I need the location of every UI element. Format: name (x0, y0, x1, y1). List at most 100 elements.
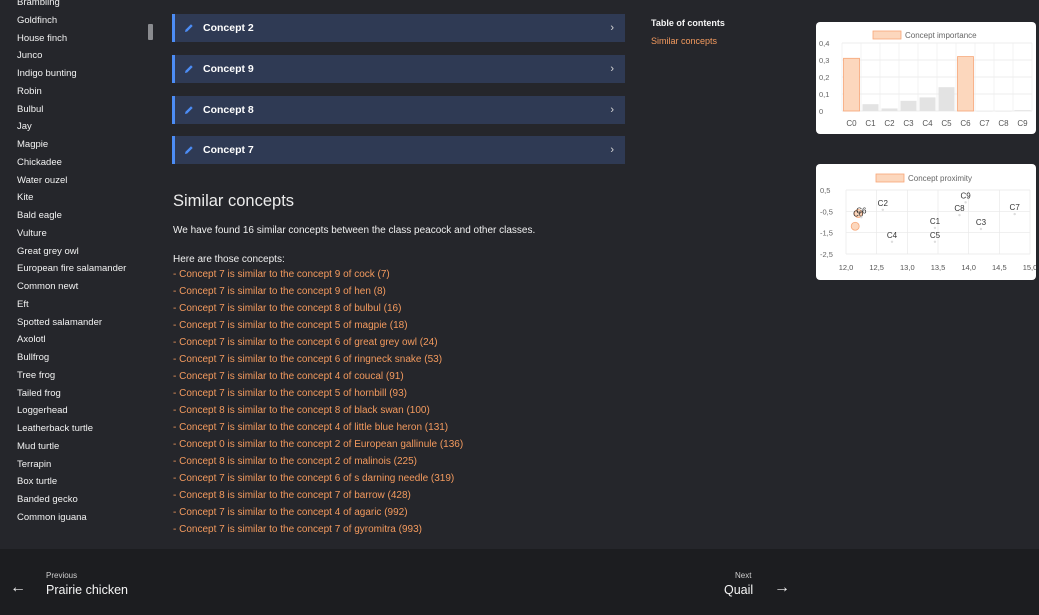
bar-C7 (976, 111, 993, 112)
x-tick-label: 14,0 (961, 263, 976, 272)
sidebar-item[interactable]: Jay (17, 118, 147, 136)
legend-label: Concept importance (905, 31, 977, 40)
concept-proximity-chart-card: Concept proximity 0,5 -0,5 -1,5 -2,5 12,0 12,5… (816, 164, 1036, 280)
similar-concept-link[interactable]: - Concept 7 is similar to the concept 6 … (173, 334, 463, 351)
y-tick-label: 0,4 (819, 39, 829, 48)
sidebar-item[interactable]: Leatherback turtle (17, 420, 147, 438)
x-tick-label: C4 (922, 119, 933, 128)
sidebar-item[interactable]: Bald eagle (17, 207, 147, 225)
sidebar-item[interactable]: Eft (17, 296, 147, 314)
sidebar-item[interactable]: Great grey owl (17, 243, 147, 261)
x-tick-label: C7 (979, 119, 990, 128)
similar-concept-link[interactable]: - Concept 7 is similar to the concept 8 … (173, 300, 463, 317)
bar-C2 (881, 108, 898, 111)
sidebar-item[interactable]: Common iguana (17, 509, 147, 527)
sidebar-item[interactable]: House finch (17, 30, 147, 48)
sidebar-item[interactable]: Loggerhead (17, 402, 147, 420)
sidebar-item[interactable]: Brambling (17, 0, 147, 12)
pencil-icon (185, 24, 193, 32)
point-C8 (958, 213, 961, 217)
sidebar-item[interactable]: Bullfrog (17, 349, 147, 367)
point-label: C2 (878, 199, 889, 208)
similar-concept-link[interactable]: - Concept 7 is similar to the concept 5 … (173, 385, 463, 402)
similar-concept-link[interactable]: - Concept 8 is similar to the concept 8 … (173, 402, 463, 419)
sidebar-item[interactable]: Chickadee (17, 154, 147, 172)
sidebar-item[interactable]: Water ouzel (17, 172, 147, 190)
similar-concept-link[interactable]: - Concept 7 is similar to the concept 6 … (173, 351, 463, 368)
sidebar-item[interactable]: Magpie (17, 136, 147, 154)
point-label: C7 (1010, 203, 1021, 212)
similar-concept-link[interactable]: - Concept 7 is similar to the concept 9 … (173, 283, 463, 300)
similar-concept-link[interactable]: - Concept 7 is similar to the concept 4 … (173, 419, 463, 436)
sidebar-item[interactable]: Vulture (17, 225, 147, 243)
bar-C3 (900, 100, 917, 111)
point-label: C8 (954, 204, 965, 213)
sidebar-item[interactable]: Axolotl (17, 331, 147, 349)
pencil-icon (185, 146, 193, 154)
sidebar-item[interactable]: Goldfinch (17, 12, 147, 30)
sidebar-item[interactable]: Tailed frog (17, 385, 147, 403)
section-title-similar-concepts: Similar concepts (173, 192, 295, 210)
next-page-link[interactable]: Quail (724, 583, 753, 597)
point-C4 (890, 240, 894, 243)
similar-concept-link[interactable]: - Concept 7 is similar to the concept 5 … (173, 317, 463, 334)
similar-concept-link[interactable]: - Concept 8 is similar to the concept 7 … (173, 487, 463, 504)
y-tick-label: -1,5 (820, 229, 833, 238)
sidebar: Brambling Goldfinch House finch Junco Indigo… (0, 0, 160, 549)
concept-importance-chart: Concept importance 0,4 0,3 0,2 0,1 0 C0 C1 C2 C3 C… (819, 30, 1033, 128)
legend-swatch (875, 173, 905, 183)
concept-label: Concept 2 (203, 22, 254, 34)
sidebar-item[interactable]: Tree frog (17, 367, 147, 385)
point-C2 (881, 208, 884, 211)
sidebar-item[interactable]: Terrapin (17, 456, 147, 474)
x-tick-label: C8 (998, 119, 1009, 128)
x-tick-label: C0 (846, 119, 857, 128)
sidebar-item[interactable]: Mud turtle (17, 438, 147, 456)
sidebar-item[interactable]: Common newt (17, 278, 147, 296)
sidebar-item[interactable]: Kite (17, 189, 147, 207)
sidebar-item[interactable]: Indigo bunting (17, 65, 147, 83)
point-C9 (964, 201, 967, 204)
point-unlabeled (850, 221, 860, 231)
x-tick-label: C9 (1017, 119, 1028, 128)
previous-page-link[interactable]: Prairie chicken (46, 583, 128, 597)
toc-link-similar-concepts[interactable]: Similar concepts (651, 36, 717, 46)
concept-accordion-2[interactable]: Concept 2 › (172, 14, 625, 42)
sidebar-item[interactable]: Box turtle (17, 473, 147, 491)
point-label: C5 (930, 231, 941, 240)
point-C6 (860, 216, 863, 219)
similar-concept-link[interactable]: - Concept 7 is similar to the concept 6 … (173, 470, 463, 487)
x-tick-label: 13,5 (931, 263, 946, 272)
concept-accordion-9[interactable]: Concept 9 › (172, 55, 625, 83)
arrow-left-icon[interactable]: ← (10, 579, 26, 597)
similar-concept-link[interactable]: - Concept 0 is similar to the concept 2 … (173, 436, 463, 453)
point-C1 (933, 226, 937, 230)
concept-label: Concept 8 (203, 104, 254, 116)
sidebar-item[interactable]: Spotted salamander (17, 314, 147, 332)
sidebar-item[interactable]: European fire salamander (17, 260, 147, 278)
concept-accordion-8[interactable]: Concept 8 › (172, 96, 625, 124)
y-tick-label: 0,3 (819, 56, 829, 65)
sidebar-scrollbar[interactable] (148, 24, 153, 40)
chevron-right-icon: › (610, 104, 614, 116)
similar-concept-link[interactable]: - Concept 7 is similar to the concept 4 … (173, 504, 463, 521)
y-tick-label: 0,5 (820, 186, 830, 195)
bar-C9 (1014, 110, 1031, 111)
similar-concept-link[interactable]: - Concept 7 is similar to the concept 7 … (173, 521, 463, 538)
sidebar-item[interactable]: Banded gecko (17, 491, 147, 509)
x-tick-label: 14,5 (992, 263, 1007, 272)
concept-accordion-7[interactable]: Concept 7 › (172, 136, 625, 164)
sidebar-item[interactable]: Robin (17, 83, 147, 101)
similar-concept-link[interactable]: - Concept 7 is similar to the concept 9 … (173, 266, 463, 283)
x-tick-label: C6 (960, 119, 971, 128)
x-tick-label: C1 (865, 119, 876, 128)
similar-intro-text: We have found 16 similar concepts betwee… (173, 225, 536, 236)
arrow-right-icon[interactable]: → (774, 579, 790, 597)
concept-proximity-chart: Concept proximity 0,5 -0,5 -1,5 -2,5 12,0 12,5… (820, 173, 1036, 272)
similar-concept-link[interactable]: - Concept 8 is similar to the concept 2 … (173, 453, 463, 470)
similar-concept-link[interactable]: - Concept 7 is similar to the concept 4 … (173, 368, 463, 385)
next-caption: Next (735, 571, 752, 580)
sidebar-item[interactable]: Junco (17, 47, 147, 65)
concept-label: Concept 7 (203, 144, 254, 156)
sidebar-item[interactable]: Bulbul (17, 101, 147, 119)
